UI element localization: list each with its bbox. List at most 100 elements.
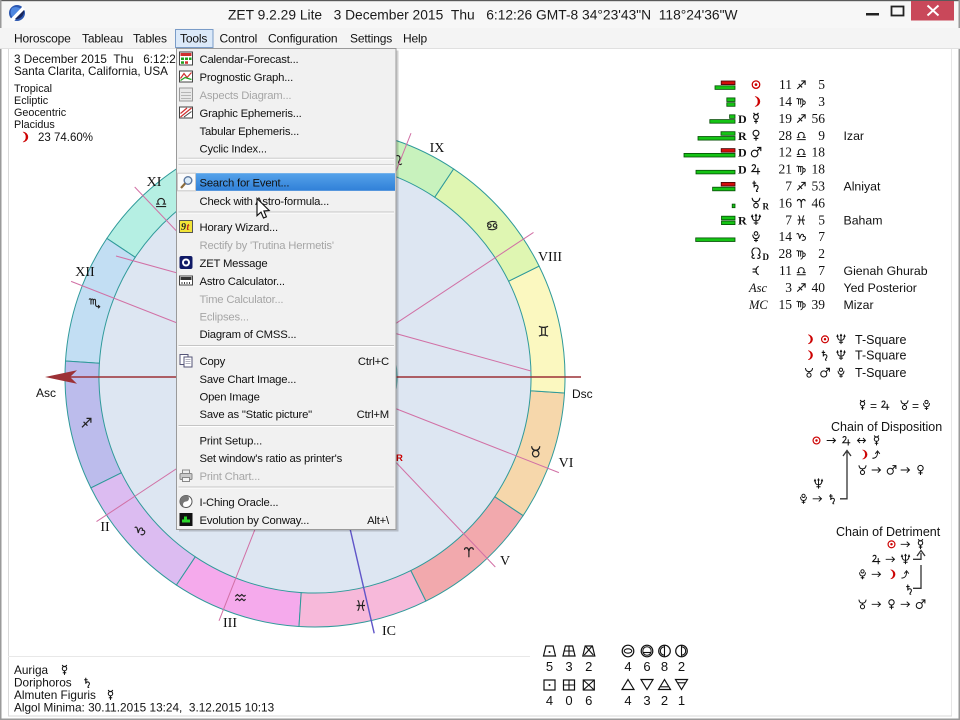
- svg-text:T-Square: T-Square: [855, 349, 906, 363]
- svg-text:R: R: [738, 213, 747, 227]
- svg-text:D: D: [738, 146, 747, 160]
- svg-text:4: 4: [546, 693, 553, 708]
- svg-text:7: 7: [785, 212, 792, 227]
- svg-text:Yed Posterior: Yed Posterior: [844, 281, 917, 295]
- svg-text:D: D: [763, 252, 770, 262]
- svg-text:Placidus: Placidus: [14, 119, 55, 131]
- svg-text:=: =: [912, 399, 919, 413]
- svg-text:9: 9: [181, 222, 186, 233]
- svg-text:Copy: Copy: [200, 356, 226, 368]
- svg-text:12: 12: [779, 145, 793, 160]
- svg-text:Alt+\: Alt+\: [367, 515, 390, 527]
- svg-text:19: 19: [779, 111, 793, 126]
- svg-text:Print Setup...: Print Setup...: [200, 435, 263, 447]
- svg-text:Santa Clarita, California, USA: Santa Clarita, California, USA: [14, 65, 171, 78]
- svg-text:56: 56: [812, 111, 826, 126]
- svg-text:Diagram of CMSS...: Diagram of CMSS...: [200, 329, 297, 341]
- svg-text:2: 2: [585, 659, 592, 674]
- svg-text:Time Calculator...: Time Calculator...: [200, 294, 284, 306]
- svg-text:7: 7: [818, 263, 825, 278]
- svg-text:39: 39: [812, 297, 826, 312]
- svg-text:Prognostic Graph...: Prognostic Graph...: [200, 72, 294, 84]
- svg-text:21: 21: [779, 162, 793, 177]
- svg-text:Asc: Asc: [748, 281, 768, 295]
- svg-text:8: 8: [661, 659, 668, 674]
- svg-text:Tools: Tools: [180, 32, 207, 46]
- svg-text:Print Chart...: Print Chart...: [200, 471, 261, 483]
- svg-text:R: R: [763, 201, 770, 211]
- svg-text:Ctrl+M: Ctrl+M: [357, 409, 389, 421]
- svg-text:28: 28: [779, 128, 793, 143]
- svg-text:R: R: [738, 129, 747, 143]
- svg-text:11: 11: [779, 263, 792, 278]
- svg-text:Tropical: Tropical: [14, 83, 52, 95]
- svg-text:MC: MC: [748, 298, 768, 312]
- svg-text:Aspects Diagram...: Aspects Diagram...: [200, 90, 292, 102]
- svg-text:Geocentric: Geocentric: [14, 107, 67, 119]
- svg-text:T-Square: T-Square: [855, 333, 906, 347]
- svg-text:III: III: [223, 616, 237, 631]
- svg-text:VI: VI: [559, 456, 574, 471]
- svg-text:Chain of Disposition: Chain of Disposition: [831, 420, 942, 434]
- svg-text:2: 2: [661, 693, 668, 708]
- svg-text:Search for Event...: Search for Event...: [200, 177, 290, 189]
- svg-text:Astro Calculator...: Astro Calculator...: [200, 276, 285, 288]
- svg-text:3: 3: [818, 94, 825, 109]
- svg-text:Chain of Detriment: Chain of Detriment: [836, 525, 941, 539]
- svg-text:11: 11: [779, 77, 792, 92]
- svg-text:Graphic Ephemeris...: Graphic Ephemeris...: [200, 108, 302, 120]
- svg-text:46: 46: [812, 195, 826, 210]
- svg-text:18: 18: [812, 145, 826, 160]
- svg-text:V: V: [500, 554, 510, 569]
- svg-text:D: D: [738, 163, 747, 177]
- svg-text:7: 7: [818, 229, 825, 244]
- svg-text:Rectify by 'Trutina Hermetis': Rectify by 'Trutina Hermetis': [200, 240, 334, 252]
- svg-text:XII: XII: [75, 265, 95, 280]
- svg-text:Configuration: Configuration: [268, 32, 337, 46]
- svg-text:15: 15: [779, 297, 793, 312]
- svg-text:Asc: Asc: [36, 386, 56, 400]
- svg-text:ZET Message: ZET Message: [200, 258, 268, 270]
- svg-text:5: 5: [546, 659, 553, 674]
- svg-text:IC: IC: [382, 624, 396, 639]
- svg-text:IX: IX: [430, 141, 445, 156]
- svg-text:28: 28: [779, 246, 793, 261]
- svg-text:Baham: Baham: [844, 213, 883, 227]
- svg-text:14: 14: [779, 94, 793, 109]
- svg-text:Open Image: Open Image: [200, 391, 260, 403]
- svg-text:3: 3: [785, 280, 792, 295]
- svg-text:=: =: [870, 399, 877, 413]
- svg-text:Save Chart Image...: Save Chart Image...: [200, 374, 297, 386]
- svg-text:Calendar-Forecast...: Calendar-Forecast...: [200, 54, 299, 66]
- svg-text:6: 6: [585, 693, 592, 708]
- svg-text:2: 2: [678, 659, 685, 674]
- svg-text:Set window's ratio as printer': Set window's ratio as printer's: [200, 453, 343, 465]
- svg-text:Izar: Izar: [844, 129, 865, 143]
- svg-text:Dsc: Dsc: [572, 387, 593, 401]
- svg-text:Help: Help: [403, 32, 428, 46]
- svg-text:4: 4: [624, 693, 631, 708]
- svg-text:I-Ching Oracle...: I-Ching Oracle...: [200, 497, 279, 509]
- svg-text:Algol Minima: 30.11.2015 13:24: Algol Minima: 30.11.2015 13:24, 3.12.201…: [14, 701, 275, 715]
- svg-text:ZET 9.2.29 Lite 3 December 2: ZET 9.2.29 Lite 3 December 2015 Thu 6:12…: [228, 8, 738, 23]
- svg-text:40: 40: [812, 280, 826, 295]
- svg-text:2: 2: [818, 246, 825, 261]
- svg-text:16: 16: [779, 195, 793, 210]
- svg-text:Horoscope: Horoscope: [14, 32, 71, 46]
- svg-text:T-Square: T-Square: [855, 366, 906, 380]
- svg-text:Evolution by Conway...: Evolution by Conway...: [200, 515, 310, 527]
- svg-text:6: 6: [643, 659, 650, 674]
- svg-text:VIII: VIII: [538, 250, 562, 265]
- svg-text:Alniyat: Alniyat: [844, 180, 881, 194]
- svg-text:0: 0: [565, 693, 572, 708]
- svg-text:53: 53: [812, 179, 826, 194]
- svg-text:Tables: Tables: [133, 32, 167, 46]
- svg-text:5: 5: [818, 77, 825, 92]
- svg-text:Tableau: Tableau: [82, 32, 123, 46]
- svg-text:D: D: [738, 112, 747, 126]
- svg-text:Gienah Ghurab: Gienah Ghurab: [844, 264, 928, 278]
- svg-text:23 74.60%: 23 74.60%: [38, 132, 93, 144]
- svg-text:XI: XI: [147, 175, 162, 190]
- svg-text:4: 4: [624, 659, 631, 674]
- svg-text:18: 18: [812, 162, 826, 177]
